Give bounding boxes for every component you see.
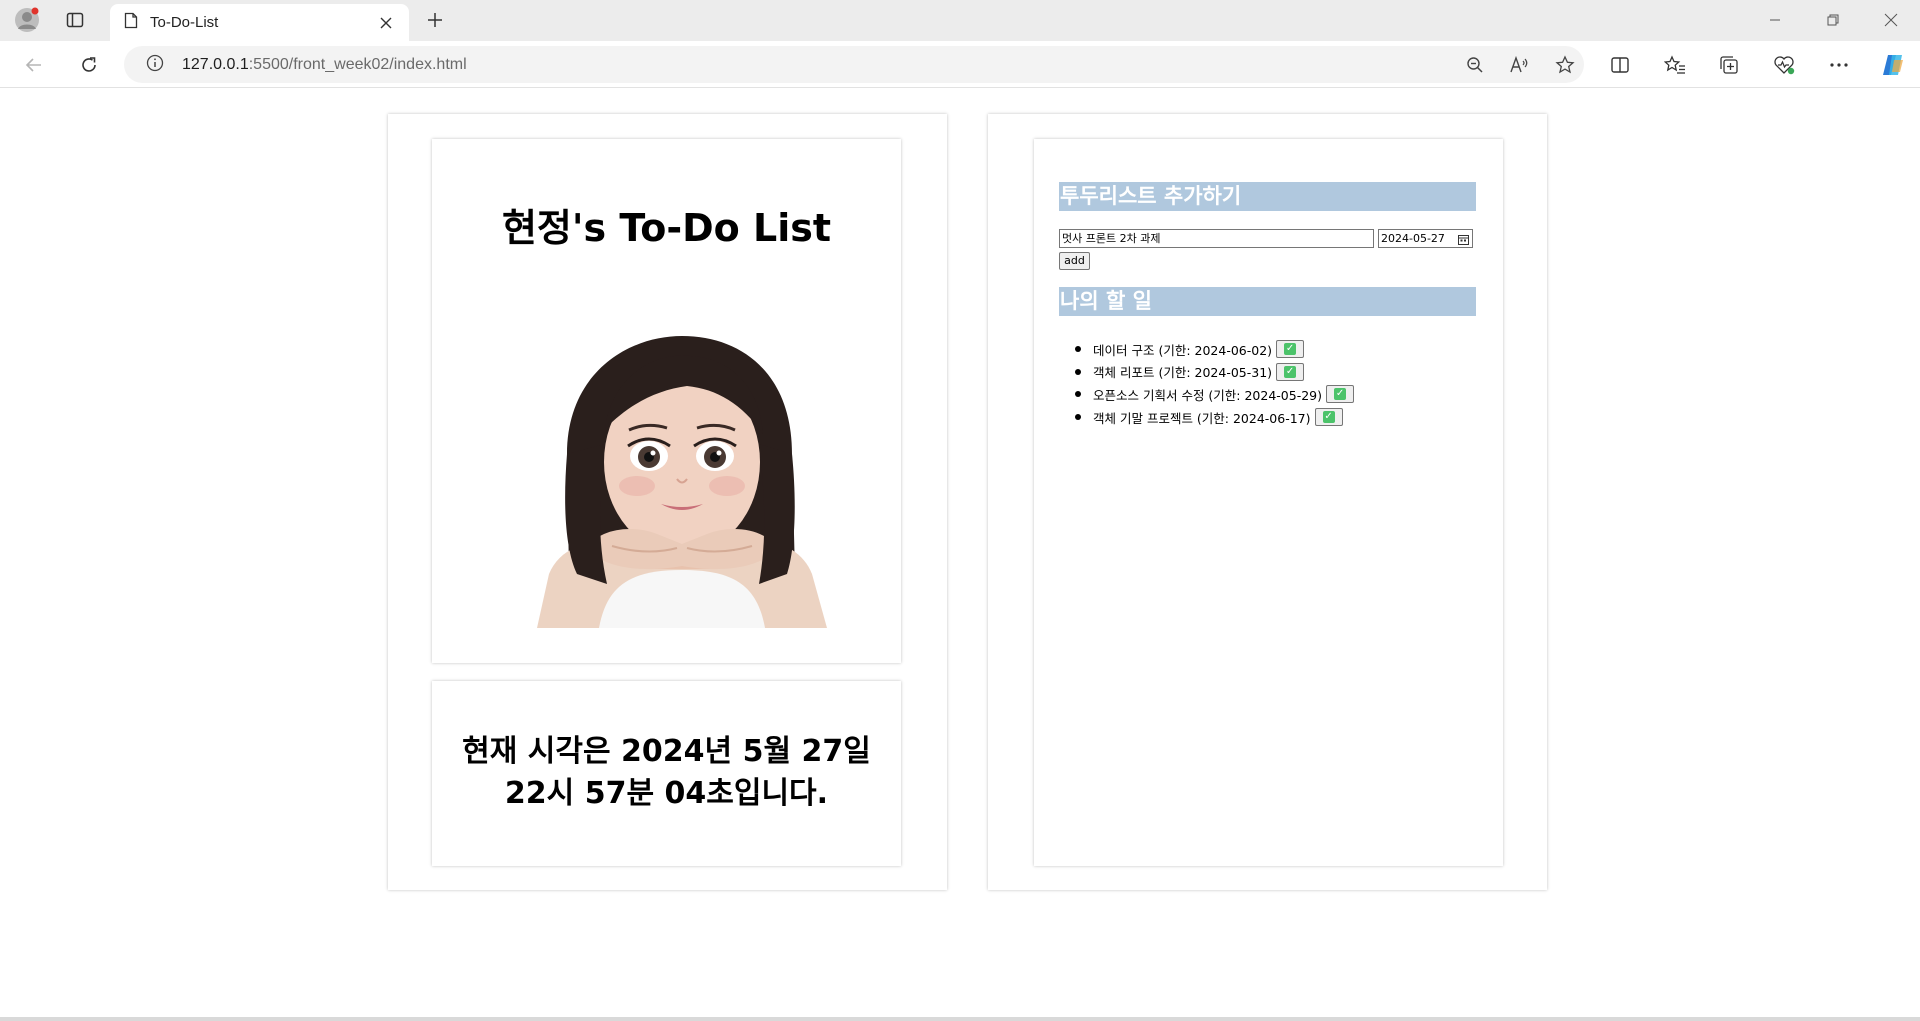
due-date-input[interactable]: 2024-05-27 xyxy=(1378,229,1473,248)
page-icon xyxy=(124,12,138,33)
current-time-text: 현재 시각은 2024년 5월 27일 22시 57분 04초입니다. xyxy=(432,731,901,815)
more-options-icon[interactable] xyxy=(1822,48,1856,82)
current-date-line: 현재 시각은 2024년 5월 27일 xyxy=(462,734,871,769)
todo-item: 객체 기말 프로젝트 (기한: 2024-06-17) ✓ xyxy=(1075,406,1354,429)
sidebar-toggle-icon[interactable] xyxy=(60,5,90,35)
todo-item-text: 오픈소스 기획서 수정 (기한: 2024-05-29) xyxy=(1093,387,1323,403)
current-time-line: 22시 57분 04초입니다. xyxy=(504,776,829,811)
complete-button[interactable]: ✓ xyxy=(1314,408,1343,427)
complete-button[interactable]: ✓ xyxy=(1276,362,1305,381)
add-button[interactable]: add xyxy=(1059,252,1090,270)
checkmark-icon: ✓ xyxy=(1334,388,1347,401)
checkmark-icon: ✓ xyxy=(1284,365,1297,378)
new-tab-icon[interactable] xyxy=(420,5,450,35)
profile-card: 현정's To-Do List xyxy=(432,139,901,663)
tab-active[interactable]: To-Do-List xyxy=(110,4,409,41)
bullet-icon xyxy=(1075,368,1081,375)
read-aloud-icon[interactable] xyxy=(1504,50,1534,80)
zoom-out-icon[interactable] xyxy=(1460,50,1490,80)
bullet-icon xyxy=(1075,346,1081,352)
todo-item: 객체 리포트 (기한: 2024-05-31) ✓ xyxy=(1075,361,1354,384)
browser-essentials-icon[interactable] xyxy=(1767,48,1801,82)
due-date-value: 2024-05-27 xyxy=(1381,232,1445,245)
address-bar[interactable]: 127.0.0.1:5500/front_week02/index.html xyxy=(124,46,1584,83)
close-tab-icon[interactable] xyxy=(375,12,397,34)
clock-card: 현재 시각은 2024년 5월 27일 22시 57분 04초입니다. xyxy=(432,681,901,866)
copilot-icon[interactable] xyxy=(1876,48,1910,82)
back-arrow-icon[interactable] xyxy=(17,48,51,82)
favorite-star-icon[interactable] xyxy=(1550,50,1580,80)
add-todo-heading: 투두리스트 추가하기 xyxy=(1059,182,1476,211)
tab-title: To-Do-List xyxy=(150,14,219,31)
bullet-icon xyxy=(1075,413,1081,420)
restore-icon[interactable] xyxy=(1810,0,1856,40)
todo-item-text: 객체 기말 프로젝트 (기한: 2024-06-17) xyxy=(1093,410,1311,426)
url-host: 127.0.0.1 xyxy=(182,55,249,73)
todo-item: 오픈소스 기획서 수정 (기한: 2024-05-29) ✓ xyxy=(1075,383,1355,406)
todo-text-input[interactable]: 멋사 프론트 2차 과제 xyxy=(1059,229,1374,248)
profile-avatar-icon[interactable] xyxy=(12,5,42,35)
my-todos-heading: 나의 할 일 xyxy=(1059,287,1476,316)
checkmark-icon: ✓ xyxy=(1284,343,1297,356)
calendar-icon[interactable] xyxy=(1458,233,1469,245)
todo-item-text: 객체 리포트 (기한: 2024-05-31) xyxy=(1093,365,1273,381)
bullet-icon xyxy=(1075,391,1081,398)
collections-icon[interactable] xyxy=(1712,48,1746,82)
refresh-icon[interactable] xyxy=(72,48,106,82)
todo-panel: 투두리스트 추가하기 멋사 프론트 2차 과제 2024-05-27 add 나… xyxy=(1034,139,1503,866)
todo-list: 데이터 구조 (기한: 2024-06-02) ✓ 객체 리포트 (기한: 20… xyxy=(1075,338,1355,429)
site-info-icon[interactable] xyxy=(146,54,164,76)
favorites-icon[interactable] xyxy=(1658,48,1692,82)
page-viewport: 현정's To-Do List 현재 시각은 2024년 5월 27일 22시 … xyxy=(4,89,1916,1017)
page-title: 현정's To-Do List xyxy=(501,206,832,250)
url-text: 127.0.0.1:5500/front_week02/index.html xyxy=(182,56,467,74)
todo-item-text: 데이터 구조 (기한: 2024-06-02) xyxy=(1093,342,1273,358)
tab-bar: To-Do-List xyxy=(0,0,1920,41)
url-path: :5500/front_week02/index.html xyxy=(248,55,467,73)
minimize-icon[interactable] xyxy=(1752,0,1798,40)
todo-item: 데이터 구조 (기한: 2024-06-02) ✓ xyxy=(1075,338,1354,361)
navigation-bar: 127.0.0.1:5500/front_week02/index.html xyxy=(0,41,1920,88)
avatar-image xyxy=(537,334,827,628)
close-window-icon[interactable] xyxy=(1868,0,1914,40)
checkmark-icon: ✓ xyxy=(1322,411,1335,424)
complete-button[interactable]: ✓ xyxy=(1276,340,1305,359)
split-screen-icon[interactable] xyxy=(1603,48,1637,82)
complete-button[interactable]: ✓ xyxy=(1326,385,1355,404)
window-bottom-border xyxy=(0,1017,1920,1021)
